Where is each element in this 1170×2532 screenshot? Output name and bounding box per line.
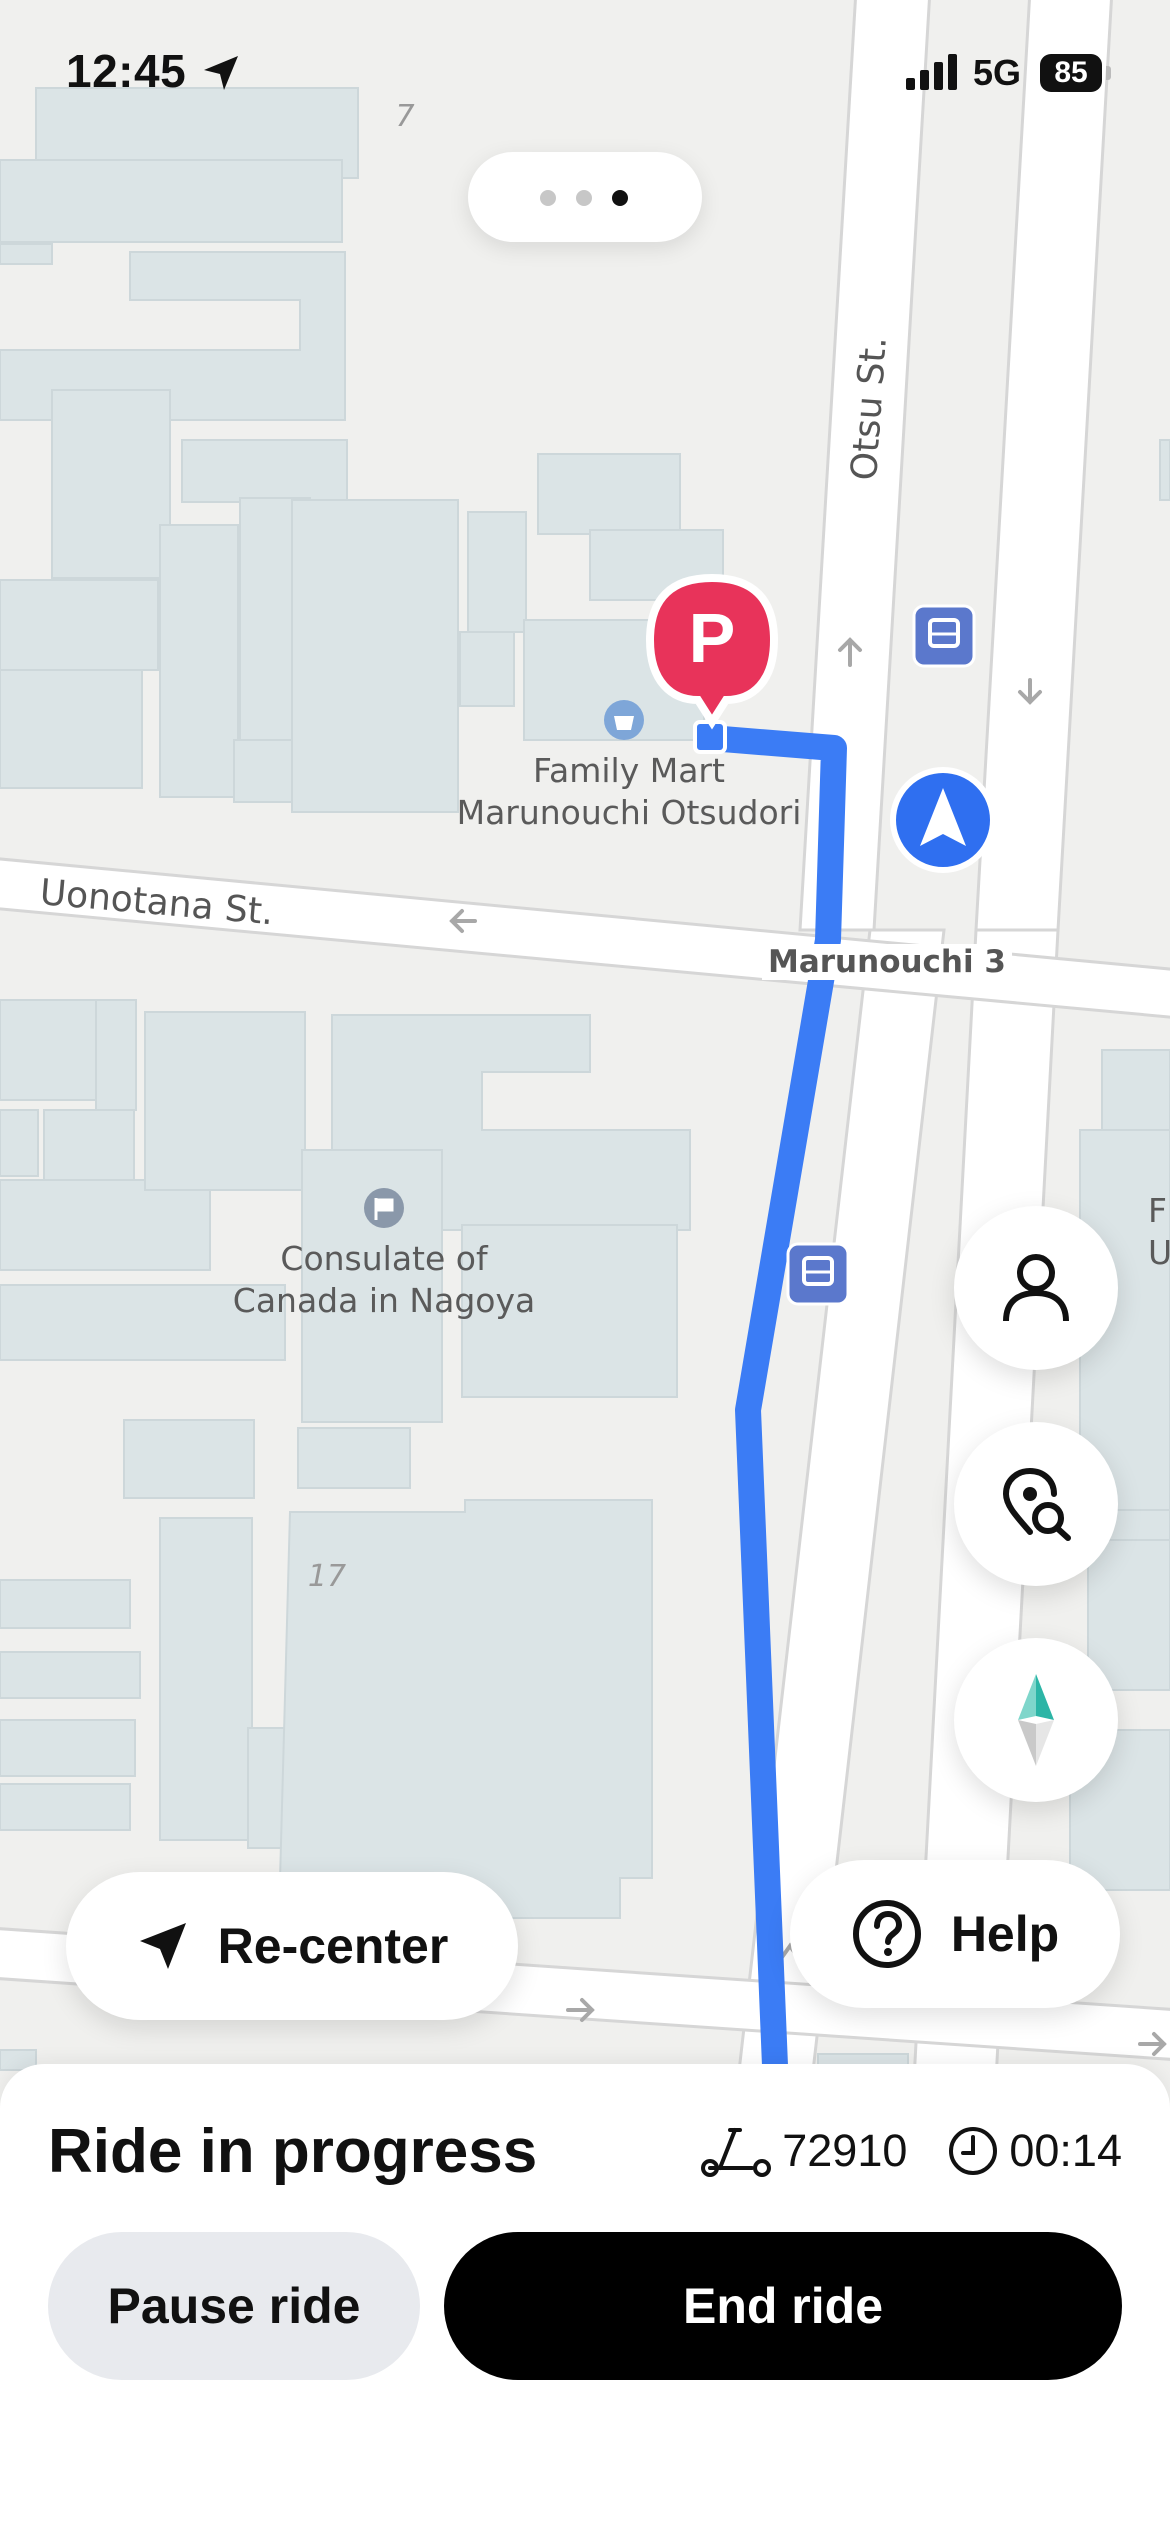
poi-consulate[interactable]: Consulate of Canada in Nagoya: [224, 1238, 544, 1322]
recenter-label: Re-center: [217, 1918, 449, 1974]
poi-edge-partial: F U: [1148, 1190, 1170, 1274]
status-bar: 12:45 5G 85: [0, 0, 1170, 150]
navigation-arrow-icon: [139, 1923, 186, 1969]
question-circle-icon: [852, 1900, 921, 1968]
poi-family-mart-line1: Family Mart: [533, 751, 725, 790]
ride-timer: 00:14: [947, 2125, 1122, 2177]
current-location-marker: [890, 767, 996, 873]
poi-edge-partial-line2: U: [1148, 1233, 1170, 1272]
pause-ride-button[interactable]: Pause ride: [48, 2232, 420, 2380]
poi-consulate-line1: Consulate of: [280, 1239, 488, 1278]
poi-edge-partial-line1: F: [1148, 1191, 1167, 1230]
scooter-icon: [701, 2128, 772, 2177]
recenter-button[interactable]: Re-center: [66, 1872, 518, 2020]
network-type: 5G: [973, 52, 1022, 93]
end-ride-button[interactable]: End ride: [444, 2232, 1122, 2380]
page-dot-3-active[interactable]: [612, 190, 628, 206]
page-dot-2[interactable]: [576, 190, 592, 206]
clock-icon: [949, 2127, 998, 2175]
poi-family-mart[interactable]: Family Mart Marunouchi Otsudori: [454, 750, 804, 834]
battery-level: 85: [1040, 54, 1102, 92]
ride-sheet: Ride in progress 72910 00:14 Pause ride …: [0, 2064, 1170, 2532]
location-services-icon: [204, 56, 238, 90]
parking-marker-label: P: [688, 599, 736, 677]
person-icon: [1003, 1254, 1069, 1322]
intersection-label: Marunouchi 3: [762, 944, 1012, 980]
map-pin-search-icon: [1002, 1467, 1071, 1541]
poi-family-mart-line2: Marunouchi Otsudori: [456, 793, 802, 832]
cellular-signal-icon: [906, 54, 957, 90]
ride-meta: 72910 00:14: [660, 2124, 1122, 2178]
ride-status-title: Ride in progress: [48, 2117, 538, 2186]
compass-button[interactable]: [954, 1638, 1118, 1802]
search-place-button[interactable]: [954, 1422, 1118, 1586]
status-time: 12:45: [66, 45, 187, 97]
page-indicator[interactable]: [468, 152, 702, 242]
compass-icon: [1018, 1674, 1054, 1766]
ride-elapsed-time: 00:14: [1009, 2125, 1122, 2176]
battery-nub: [1106, 66, 1111, 80]
vehicle-id: 72910: [782, 2125, 908, 2176]
building-number-17: 17: [307, 1559, 347, 1594]
poi-consulate-line2: Canada in Nagoya: [232, 1281, 536, 1320]
page-dot-1[interactable]: [540, 190, 556, 206]
help-label: Help: [950, 1906, 1060, 1962]
profile-button[interactable]: [954, 1206, 1118, 1370]
vehicle-info: 72910: [700, 2124, 907, 2178]
help-button[interactable]: Help: [790, 1860, 1120, 2008]
